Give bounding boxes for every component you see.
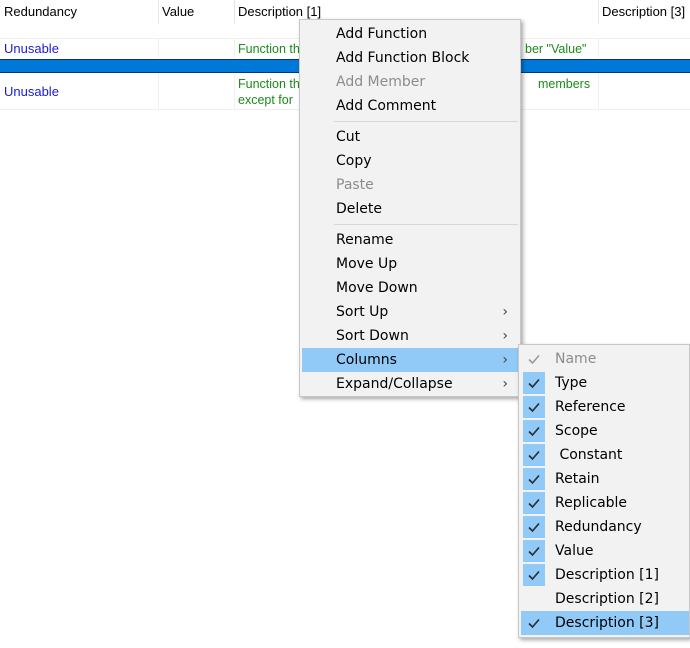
menu-item-sort-down[interactable]: Sort Down › [302, 324, 518, 348]
checkmark-icon [523, 444, 545, 466]
column-toggle-label: Type [555, 375, 588, 391]
checkmark-icon [523, 612, 545, 634]
redundancy-cell[interactable]: Unusable [0, 41, 59, 56]
menu-separator [334, 121, 518, 122]
chevron-right-icon: › [502, 304, 508, 320]
description-cell-tail: ber "Value" [525, 42, 587, 56]
menu-item-copy[interactable]: Copy [302, 149, 518, 173]
chevron-right-icon: › [502, 376, 508, 392]
column-toggle-label: Redundancy [555, 519, 642, 535]
column-toggle-description-1[interactable]: Description [1] [521, 563, 689, 587]
checkmark-icon [523, 492, 545, 514]
column-toggle-label: Reference [555, 399, 626, 415]
menu-item-paste: Paste [336, 177, 374, 193]
column-toggle-retain[interactable]: Retain [521, 467, 689, 491]
columns-submenu: Name Type Reference Scope Constant Retain Rep… [518, 344, 690, 638]
column-toggle-value[interactable]: Value [521, 539, 689, 563]
menu-item-add-comment[interactable]: Add Comment [302, 94, 518, 118]
column-toggle-replicable[interactable]: Replicable [521, 491, 689, 515]
menu-item-move-up[interactable]: Move Up [302, 252, 518, 276]
checkmark-icon [523, 420, 545, 442]
column-toggle-label: Description [1] [555, 567, 660, 583]
description-cell-line1[interactable]: Function th [234, 76, 300, 92]
chevron-right-icon: › [502, 328, 508, 344]
menu-item-delete[interactable]: Delete [302, 197, 518, 221]
description-cell[interactable]: Function th [234, 41, 300, 57]
column-toggle-description-3[interactable]: Description [3] [521, 611, 689, 635]
menu-item-move-down[interactable]: Move Down [302, 276, 518, 300]
column-toggle-reference[interactable]: Reference [521, 395, 689, 419]
checkmark-icon [523, 372, 545, 394]
menu-item-cut[interactable]: Cut [302, 125, 518, 149]
checkmark-icon [523, 540, 545, 562]
menu-item-add-member: Add Member [336, 74, 426, 90]
menu-item-label: Expand/Collapse [336, 376, 453, 392]
checkbox-empty-icon [523, 588, 545, 610]
column-toggle-label: Value [555, 543, 594, 559]
column-toggle-label: Description [2] [555, 591, 660, 607]
column-toggle-label: Description [3] [555, 615, 660, 631]
context-menu: Add Function Add Function Block Add Memb… [299, 19, 521, 397]
checkmark-icon [523, 516, 545, 538]
redundancy-cell[interactable]: Unusable [0, 84, 59, 99]
column-header-redundancy[interactable]: Redundancy [0, 0, 158, 24]
menu-item-expand-collapse[interactable]: Expand/Collapse › [302, 372, 518, 396]
column-toggle-constant[interactable]: Constant [521, 443, 689, 467]
menu-item-label: Columns [336, 352, 397, 368]
menu-item-add-function[interactable]: Add Function [302, 22, 518, 46]
checkmark-icon [523, 348, 545, 370]
menu-item-columns[interactable]: Columns › [302, 348, 518, 372]
checkmark-icon [523, 564, 545, 586]
column-toggle-type[interactable]: Type [521, 371, 689, 395]
column-toggle-label: Retain [555, 471, 600, 487]
description-cell-line2: except for [238, 93, 293, 107]
menu-separator [334, 224, 518, 225]
chevron-right-icon: › [502, 352, 508, 368]
menu-item-rename[interactable]: Rename [302, 228, 518, 252]
column-header-description-3[interactable]: Description [3] [598, 0, 690, 24]
column-toggle-redundancy[interactable]: Redundancy [521, 515, 689, 539]
checkmark-icon [523, 396, 545, 418]
column-toggle-label: Replicable [555, 495, 628, 511]
column-header-value[interactable]: Value [158, 0, 234, 24]
menu-item-label: Sort Down [336, 328, 409, 344]
column-toggle-scope[interactable]: Scope [521, 419, 689, 443]
checkmark-icon [523, 468, 545, 490]
column-toggle-label: Name [555, 351, 597, 367]
menu-item-sort-up[interactable]: Sort Up › [302, 300, 518, 324]
description-cell-tail: members [538, 77, 591, 91]
column-toggle-label: Scope [555, 423, 598, 439]
column-toggle-description-2[interactable]: Description [2] [521, 587, 689, 611]
column-toggle-name: Name [521, 347, 689, 371]
menu-item-label: Sort Up [336, 304, 389, 320]
menu-item-add-function-block[interactable]: Add Function Block [302, 46, 518, 70]
column-toggle-label: Constant [555, 447, 623, 463]
